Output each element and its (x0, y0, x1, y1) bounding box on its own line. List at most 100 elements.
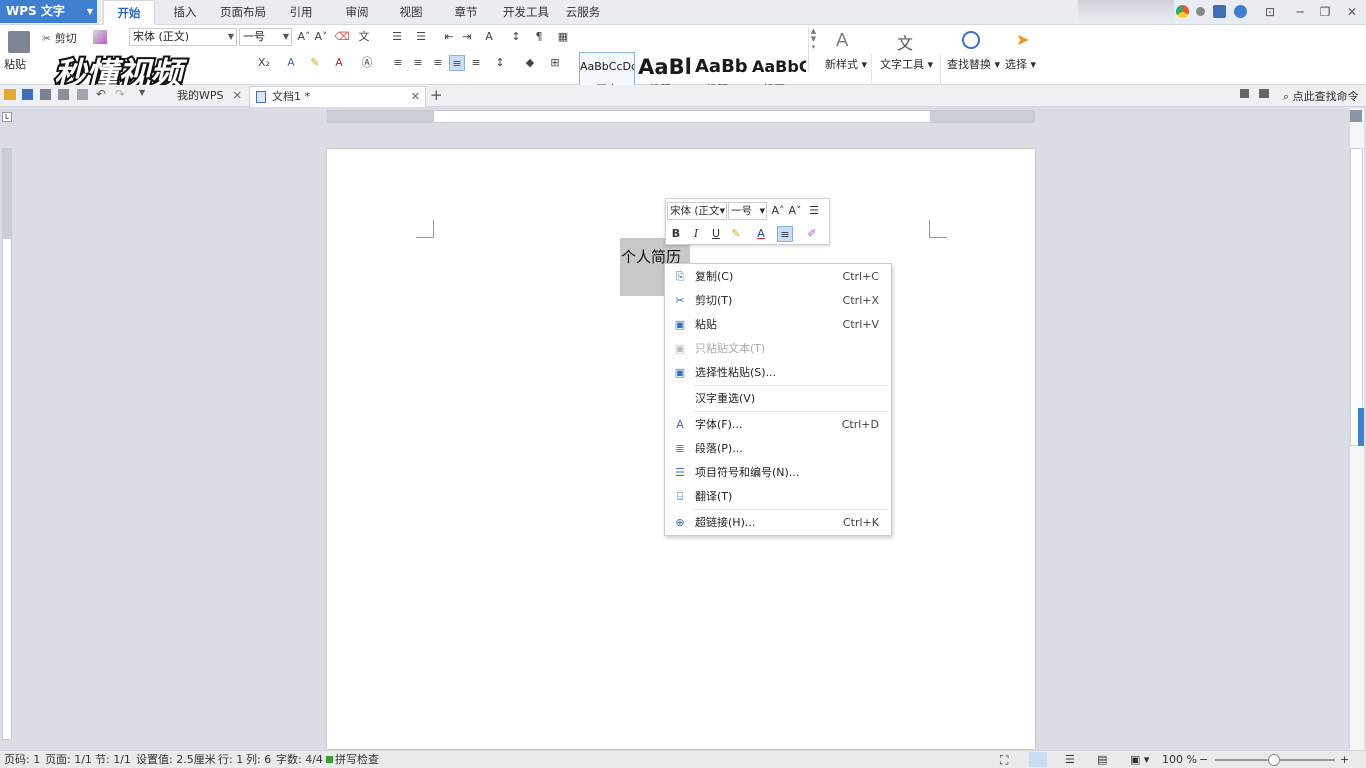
status-pages[interactable]: 页面: 1/1 (45, 751, 92, 768)
print-icon[interactable] (58, 89, 69, 100)
mini-size-select[interactable]: 一号 ▼ (728, 202, 767, 220)
menu-item-font[interactable]: A 字体(F)... Ctrl+D (665, 413, 891, 437)
zoom-in-button[interactable]: + (1340, 751, 1349, 768)
preview-icon[interactable] (77, 89, 88, 100)
subscript-icon[interactable]: X₂ (256, 55, 272, 71)
fullscreen-icon[interactable]: ⛶ (1000, 751, 1008, 768)
grow-font-icon[interactable]: A˄ (770, 203, 786, 219)
tab-insert[interactable]: 插入 (165, 0, 205, 25)
align-right-icon[interactable]: ≡ (430, 55, 446, 71)
reading-mode-icon[interactable]: ▣ ▾ (1130, 751, 1149, 768)
chevron-down-icon[interactable]: ▼ (139, 88, 145, 97)
shrink-font-icon[interactable]: A˅ (313, 29, 329, 45)
font-color-icon[interactable]: A (331, 55, 347, 71)
tab-my-wps[interactable]: 我的WPS ✕ (155, 86, 247, 107)
select-button[interactable]: 选择 ▾ (1005, 56, 1036, 72)
highlight-icon[interactable]: ✎ (307, 55, 323, 71)
tab-view[interactable]: 视图 (391, 0, 431, 25)
increase-indent-icon[interactable]: ⇥ (459, 29, 475, 45)
menu-item-paragraph[interactable]: ≣ 段落(P)... (665, 437, 891, 461)
tab-start[interactable]: 开始 (103, 0, 155, 25)
italic-icon[interactable]: I (688, 226, 704, 242)
redo-icon[interactable]: ↷ (115, 87, 125, 101)
menu-item-reconvert[interactable]: 汉字重选(V) (665, 387, 891, 411)
menu-item-cut[interactable]: ✂ 剪切(T) Ctrl+X (665, 289, 891, 313)
status-row[interactable]: 行: 1 (218, 751, 243, 768)
align-left-icon[interactable]: ≡ (390, 55, 406, 71)
pin-icon[interactable] (1240, 89, 1249, 98)
align-icon[interactable]: ≡ (777, 226, 793, 242)
shading-icon[interactable]: ◆ (522, 55, 538, 71)
line-spacing-icon[interactable]: ☰ (806, 203, 822, 219)
tab-page-layout[interactable]: 页面布局 (215, 0, 271, 25)
text-tools-button[interactable]: 文字工具 ▾ (880, 56, 933, 72)
close-icon[interactable]: ✕ (233, 86, 242, 106)
mini-font-select[interactable]: 宋体 (正文 ▼ (667, 202, 727, 220)
skin-icon[interactable] (1176, 5, 1189, 18)
phonetic-icon[interactable]: 文 (356, 29, 372, 45)
tab-document-1[interactable]: 文档1 * ✕ (249, 86, 426, 107)
vertical-ruler[interactable] (2, 148, 12, 740)
font-name-select[interactable]: 宋体 (正文) ▼ (129, 28, 237, 46)
tab-cloud[interactable]: 云服务 (561, 0, 605, 25)
shrink-font-icon[interactable]: A˅ (787, 203, 803, 219)
borders-icon[interactable]: ⊞ (547, 55, 563, 71)
format-painter-icon[interactable]: ✐ (804, 226, 820, 242)
horizontal-ruler[interactable] (327, 110, 1035, 123)
web-view-icon[interactable]: ▤ (1097, 751, 1107, 768)
menu-item-copy[interactable]: ⎘ 复制(C) Ctrl+C (665, 265, 891, 289)
scrollbar-thumb[interactable] (1350, 148, 1363, 446)
menu-item-paste[interactable]: ▣ 粘贴 Ctrl+V (665, 313, 891, 337)
status-spell-check[interactable]: 拼写检查 (335, 751, 379, 768)
paste-button[interactable]: 粘贴 (4, 56, 26, 72)
new-style-button[interactable]: 新样式 ▾ (825, 56, 867, 72)
app-menu-button[interactable]: WPS 文字 ▼ (0, 0, 97, 23)
numbering-icon[interactable]: ☰ (413, 29, 429, 45)
menu-item-translate[interactable]: ⌸ 翻译(T) (665, 485, 891, 509)
tab-developer[interactable]: 开发工具 (498, 0, 554, 25)
close-button[interactable]: ✕ (1340, 3, 1364, 21)
show-marks-icon[interactable]: ¶ (531, 29, 547, 45)
zoom-level[interactable]: 100 % (1162, 751, 1197, 768)
find-command-box[interactable]: ⌕ 点此查找命令 (1283, 88, 1359, 104)
tab-chapter[interactable]: 章节 (446, 0, 486, 25)
distribute-icon[interactable]: ≡ (468, 55, 484, 71)
menu-item-paste-special[interactable]: ▣ 选择性粘贴(S)... (665, 361, 891, 385)
view-icon[interactable] (1259, 89, 1269, 98)
menu-item-hyperlink[interactable]: ⊕ 超链接(H)... Ctrl+K (665, 511, 891, 535)
restore-ribbon-icon[interactable]: ⊡ (1258, 3, 1282, 21)
share-icon[interactable] (1213, 5, 1226, 18)
decrease-indent-icon[interactable]: ⇤ (441, 29, 457, 45)
status-setting[interactable]: 设置值: 2.5厘米 (136, 751, 216, 768)
maximize-button[interactable]: ❐ (1313, 3, 1337, 21)
tab-references[interactable]: 引用 (281, 0, 321, 25)
menu-item-bullets-numbering[interactable]: ☰ 项目符号和编号(N)... (665, 461, 891, 485)
bullets-icon[interactable]: ☰ (389, 29, 405, 45)
tab-review[interactable]: 审阅 (337, 0, 377, 25)
save-icon[interactable] (22, 89, 33, 100)
split-view-icon[interactable] (1350, 110, 1362, 122)
styles-scroll[interactable]: ▲ ▼ ▾ (808, 27, 818, 71)
change-case-icon[interactable]: A (481, 29, 497, 45)
minimize-button[interactable]: ─ (1288, 3, 1312, 21)
paste-icon[interactable] (8, 31, 30, 53)
find-replace-button[interactable]: 查找替换 ▾ (947, 56, 1000, 72)
grow-font-icon[interactable]: A˄ (296, 29, 312, 45)
undo-icon[interactable]: ↶ (96, 87, 106, 101)
underline-icon[interactable]: U (708, 226, 724, 242)
cut-button[interactable]: ✂ 剪切 (42, 30, 77, 46)
clear-format-icon[interactable]: ⌫ (334, 29, 350, 45)
font-size-select[interactable]: 一号 ▼ (239, 28, 292, 46)
open-icon[interactable] (4, 89, 16, 100)
format-painter-icon[interactable] (93, 30, 107, 44)
text-effect-icon[interactable]: A (283, 55, 299, 71)
settings-icon[interactable] (1196, 7, 1205, 16)
close-icon[interactable]: ✕ (411, 87, 420, 107)
status-word-count[interactable]: 字数: 4/4 (276, 751, 323, 768)
zoom-slider-handle[interactable] (1268, 754, 1280, 766)
sort-icon[interactable]: ↕ (508, 29, 524, 45)
status-section[interactable]: 节: 1/1 (95, 751, 131, 768)
status-col[interactable]: 列: 6 (246, 751, 271, 768)
page-view-icon[interactable] (1029, 752, 1047, 767)
align-center-icon[interactable]: ≡ (410, 55, 426, 71)
